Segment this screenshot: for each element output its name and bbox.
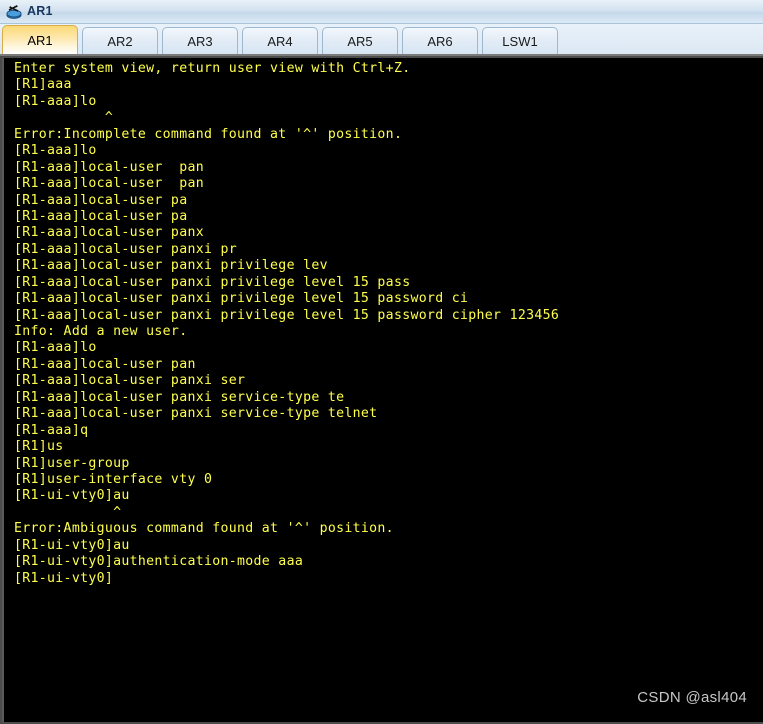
router-icon — [5, 4, 23, 20]
tab-ar4[interactable]: AR4 — [242, 27, 318, 54]
device-tab-strip: AR1 AR2 AR3 AR4 AR5 AR6 LSW1 — [0, 24, 763, 56]
tab-lsw1[interactable]: LSW1 — [482, 27, 558, 54]
terminal-line: Error:Ambiguous command found at '^' pos… — [14, 521, 394, 537]
tab-ar3[interactable]: AR3 — [162, 27, 238, 54]
terminal-line: [R1-ui-vty0]au — [14, 537, 130, 553]
terminal-line: [R1-aaa]local-user panxi pr — [14, 241, 238, 257]
window-title: AR1 — [27, 4, 53, 19]
terminal-line: [R1]user-group — [14, 455, 130, 471]
tab-ar6[interactable]: AR6 — [402, 27, 478, 54]
terminal-line: [R1-aaa]lo — [14, 143, 97, 159]
terminal-output[interactable]: Enter system view, return user view with… — [2, 58, 763, 722]
terminal-line: [R1-ui-vty0]au — [14, 488, 130, 504]
terminal-line: [R1-aaa]local-user panxi privilege level… — [14, 274, 411, 290]
tab-label: AR1 — [27, 32, 53, 48]
terminal-line: ^ — [14, 504, 122, 520]
tab-ar2[interactable]: AR2 — [82, 27, 158, 54]
terminal-line: [R1-aaa]q — [14, 422, 89, 438]
watermark-text: CSDN @asl404 — [637, 689, 747, 706]
title-bar: AR1 — [0, 0, 763, 24]
tab-label: AR5 — [347, 33, 373, 49]
terminal-line: Info: Add a new user. — [14, 324, 188, 339]
tab-label: LSW1 — [502, 33, 538, 49]
terminal-line: [R1-ui-vty0] — [14, 570, 114, 586]
console-window: AR1 AR1 AR2 AR3 AR4 AR5 AR6 LSW1 Enter s… — [0, 0, 763, 724]
tab-label: AR3 — [187, 33, 213, 49]
tab-label: AR6 — [427, 33, 453, 49]
terminal-line: [R1-aaa]local-user pa — [14, 192, 188, 208]
terminal-line: [R1-aaa]local-user panx — [14, 225, 204, 241]
terminal-line: [R1-aaa]local-user panxi privilege level… — [14, 307, 560, 323]
terminal-line: [R1]us — [14, 439, 64, 455]
terminal-line: [R1-aaa]local-user panxi service-type te — [14, 389, 345, 405]
terminal-line: Enter system view, return user view with… — [14, 61, 411, 76]
terminal-line: [R1-aaa]local-user pan — [14, 159, 204, 175]
terminal-line: ^ — [14, 110, 114, 126]
tab-ar5[interactable]: AR5 — [322, 27, 398, 54]
tab-ar1[interactable]: AR1 — [2, 25, 78, 54]
terminal-line: [R1-aaa]lo — [14, 340, 97, 356]
terminal-line: [R1-aaa]local-user panxi service-type te… — [14, 406, 378, 422]
tab-label: AR2 — [107, 33, 133, 49]
terminal-line: [R1-aaa]local-user pan — [14, 176, 204, 192]
terminal-line: [R1-aaa]local-user panxi ser — [14, 373, 246, 389]
terminal-line: [R1-aaa]local-user panxi privilege lev — [14, 258, 328, 274]
terminal-line: [R1-aaa]local-user panxi privilege level… — [14, 291, 469, 307]
tab-label: AR4 — [267, 33, 293, 49]
terminal-line: [R1-ui-vty0]authentication-mode aaa — [14, 554, 304, 570]
terminal-line: [R1-aaa]lo — [14, 93, 97, 109]
terminal-line: [R1]aaa — [14, 77, 72, 93]
terminal-line: [R1-aaa]local-user pa — [14, 208, 188, 224]
terminal-line: Error:Incomplete command found at '^' po… — [14, 126, 403, 142]
terminal-line: [R1-aaa]local-user pan — [14, 356, 196, 372]
terminal-line: [R1]user-interface vty 0 — [14, 471, 213, 487]
terminal-frame: Enter system view, return user view with… — [0, 56, 763, 724]
